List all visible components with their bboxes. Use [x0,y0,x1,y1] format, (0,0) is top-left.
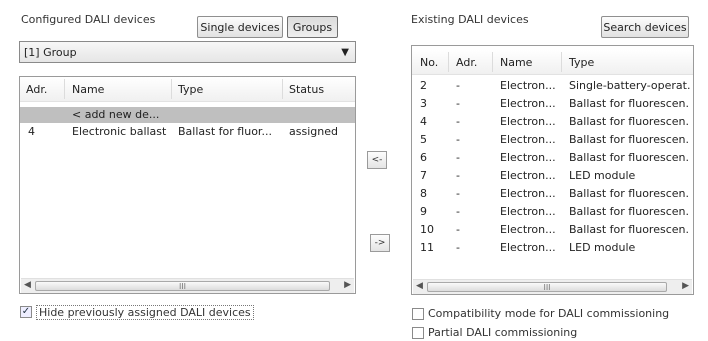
col-status[interactable]: Status [289,83,324,96]
scroll-right-icon[interactable]: ▶ [344,280,351,290]
compat-mode-label[interactable]: Compatibility mode for DALI commissionin… [428,307,669,320]
group-select-value: [1] Group [24,45,77,59]
table-row[interactable]: 4 - Electron... Ballast for fluorescen. [412,114,693,130]
col-name[interactable]: Name [72,83,104,96]
scroll-left-icon[interactable]: ◀ [24,280,31,290]
col-type[interactable]: Type [178,83,203,96]
table-header: Adr. Name Type Status [20,77,355,102]
existing-devices-title: Existing DALI devices [411,13,529,26]
move-left-button[interactable]: <- [367,151,387,169]
table-row[interactable]: 5 - Electron... Ballast for fluorescen. [412,132,693,148]
col-adr[interactable]: Adr. [26,83,47,96]
hide-assigned-label[interactable]: Hide previously assigned DALI devices [36,305,254,320]
table-row[interactable]: 4 Electronic ballast Ballast for fluor..… [20,124,355,140]
table-row[interactable]: 3 - Electron... Ballast for fluorescen. [412,96,693,112]
groups-tab[interactable]: Groups [287,16,338,38]
search-devices-button[interactable]: Search devices [601,16,689,38]
table-row[interactable]: < add new de... [20,107,355,123]
configured-devices-title: Configured DALI devices [21,13,156,26]
scroll-thumb[interactable]: III [35,281,330,291]
partial-commissioning-label[interactable]: Partial DALI commissioning [428,326,577,339]
table-row[interactable]: 6 - Electron... Ballast for fluorescen. [412,150,693,166]
table-row[interactable]: 7 - Electron... LED module [412,168,693,184]
compat-mode-checkbox[interactable] [412,308,424,320]
scroll-thumb[interactable]: III [427,282,667,292]
configured-devices-table: Adr. Name Type Status < add new de... 4 … [19,76,356,294]
col-adr[interactable]: Adr. [456,56,477,69]
horizontal-scrollbar[interactable]: ◀ III ▶ [413,279,692,294]
move-right-button[interactable]: -> [370,234,390,252]
dropdown-arrow-icon: ▼ [341,47,349,58]
horizontal-scrollbar[interactable]: ◀ III ▶ [21,278,354,293]
table-row[interactable]: 2 - Electron... Single-battery-operat. [412,78,693,94]
group-select[interactable]: [1] Group ▼ [19,41,356,63]
partial-commissioning-checkbox[interactable] [412,327,424,339]
hide-assigned-checkbox[interactable]: ✓ [20,306,32,318]
single-devices-tab[interactable]: Single devices [197,16,283,38]
table-row[interactable]: 10 - Electron... Ballast for fluorescen. [412,222,693,238]
col-type[interactable]: Type [569,56,594,69]
col-no[interactable]: No. [420,56,438,69]
col-name[interactable]: Name [500,56,532,69]
table-row[interactable]: 11 - Electron... LED module [412,240,693,256]
table-row[interactable]: 9 - Electron... Ballast for fluorescen. [412,204,693,220]
table-row[interactable]: 8 - Electron... Ballast for fluorescen. [412,186,693,202]
table-header: No. Adr. Name Type [412,50,693,75]
scroll-left-icon[interactable]: ◀ [416,281,423,291]
existing-devices-table: No. Adr. Name Type 2 - Electron... Singl… [411,45,694,295]
scroll-right-icon[interactable]: ▶ [682,281,689,291]
